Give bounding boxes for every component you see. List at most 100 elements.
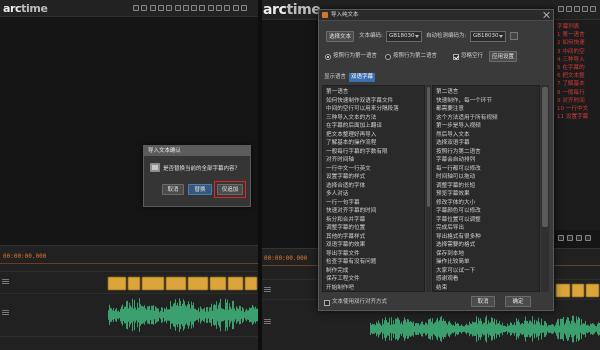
app-icon (322, 12, 328, 18)
subtitle-block[interactable] (107, 276, 127, 291)
dialog-title: 导入纯文本 (331, 12, 359, 18)
display-language-tag[interactable]: 双语字幕 (349, 73, 375, 82)
toolbar-tool-icon[interactable] (182, 5, 189, 11)
subtitle-track[interactable] (0, 276, 258, 291)
align-lines-checkbox[interactable] (324, 300, 330, 306)
second-language-line: 选择需要的格式 (436, 242, 476, 248)
subtitle-list-line: 4 三种导入 (557, 56, 585, 63)
second-language-line: 预览字幕效果 (436, 191, 470, 197)
first-language-line: 保存工程文件 (326, 276, 360, 282)
second-language-line: 第一步是导入视频 (436, 123, 481, 129)
apply-settings-button[interactable]: 应用设置 (489, 51, 517, 62)
subtitle-block[interactable] (227, 276, 244, 291)
timeline-ruler[interactable] (0, 263, 258, 264)
subtitle-block[interactable] (127, 276, 141, 291)
panel-tool-icon[interactable] (576, 235, 582, 241)
toolbar-tool-icon[interactable] (157, 5, 164, 11)
choose-text-file-button[interactable]: 选择文本 (326, 31, 354, 42)
toolbar-tool-icon[interactable] (216, 5, 222, 11)
toolbar-tool-icon[interactable] (133, 5, 139, 11)
first-language-line: 制作完成 (326, 267, 349, 274)
subtitle-block[interactable] (187, 276, 209, 291)
toolbar-tool-icon[interactable] (207, 5, 214, 11)
options-icon[interactable] (510, 32, 518, 40)
second-language-line: 都需要注意 (436, 106, 464, 112)
toolbar-tool-icon[interactable] (590, 6, 596, 12)
subtitle-block[interactable] (585, 283, 600, 298)
skip-blank-label: 忽略空行 (461, 53, 484, 59)
audio-waveform[interactable] (370, 315, 600, 343)
first-language-line: 一般每行字幕的字数有限 (326, 148, 388, 155)
toolbar-tool-icon[interactable] (232, 5, 239, 11)
audio-waveform-track[interactable] (262, 313, 600, 347)
replace-button[interactable]: 替换 (188, 184, 212, 195)
audio-waveform[interactable] (108, 298, 258, 332)
second-language-line: 选择双语字幕 (436, 140, 470, 146)
encoding-select[interactable]: GB18030 (386, 31, 422, 42)
toolbar-tool-icon[interactable] (149, 5, 156, 11)
subtitle-block[interactable] (244, 276, 258, 291)
right-list-scrollbar[interactable] (541, 85, 549, 292)
toolbar-tool-icon[interactable] (166, 5, 173, 11)
skip-blank-checkbox[interactable] (453, 54, 459, 60)
subtitle-block[interactable] (141, 276, 165, 291)
subtitle-block[interactable] (571, 283, 585, 298)
toolbar-tool-icon[interactable] (191, 5, 198, 11)
detected-encoding-value: GB18030 (473, 33, 499, 39)
second-language-radio[interactable] (385, 54, 391, 60)
close-icon[interactable] (544, 12, 550, 18)
subtitle-block[interactable] (209, 276, 227, 291)
panel-tool-icon[interactable] (567, 235, 573, 241)
timecode-display: 00:00:00.000 (264, 255, 308, 262)
subtitle-list-line: 6 把文本整 (557, 73, 585, 80)
toolbar-tool-icon[interactable] (224, 5, 231, 11)
toolbar-tool-icon[interactable] (141, 5, 148, 11)
toolbar-tool-icon[interactable] (574, 6, 580, 12)
toolbar-tool-icon[interactable] (558, 6, 564, 12)
ok-button[interactable]: 确定 (505, 296, 531, 307)
first-language-line: 选择合适的字体 (326, 182, 366, 189)
chevron-down-icon (499, 35, 503, 38)
subtitle-block[interactable] (555, 283, 571, 298)
encoding-value: GB18030 (389, 33, 415, 39)
first-language-line: 把文本整理好再导入 (326, 131, 377, 138)
left-list-scrollbar[interactable] (426, 85, 431, 292)
first-language-line: 调整字幕的位置 (326, 225, 366, 231)
second-language-line: 每一行都可以修改 (436, 165, 481, 172)
second-language-line: 调整字幕的长短 (436, 182, 476, 189)
second-language-list[interactable]: 第二语言 快速制作，每一个环节 都需要注意 这个方法适用于所有视频 第一步是导入视频 然后… (432, 85, 540, 292)
detected-encoding-select[interactable]: GB18030 (470, 31, 506, 42)
audio-waveform-track[interactable] (0, 295, 258, 335)
subtitle-list-line: 5 在字幕的 (557, 65, 585, 72)
toolbar-tool-icon[interactable] (199, 5, 206, 11)
subtitle-list-line: 10 一行中文 (557, 106, 589, 113)
scrollbar-thumb[interactable] (427, 87, 430, 207)
left-arctime-window: arctime 导入文本确认 是否替换当前的全部字幕内容？ 取消 替换 仅追加 … (0, 0, 258, 350)
first-language-line: 了解基本的操作流程 (326, 140, 377, 146)
cancel-button[interactable]: 取消 (471, 296, 495, 307)
track-separator (0, 271, 258, 272)
dialog-message: 是否替换当前的全部字幕内容？ (163, 166, 241, 172)
toolbar-tool-icon[interactable] (566, 6, 572, 12)
second-language-line: 完成后导出 (436, 225, 464, 231)
subtitle-list-line: 8 一般每行 (557, 89, 585, 96)
toolbar-tool-icon[interactable] (240, 5, 247, 11)
scrollbar-thumb[interactable] (542, 87, 548, 227)
cancel-button[interactable]: 取消 (162, 184, 184, 195)
subtitle-block[interactable] (165, 276, 187, 291)
second-language-line: 结束 (436, 284, 448, 291)
first-language-line: 一行中文一行英文 (326, 165, 371, 172)
first-language-list[interactable]: 第一语言 如何快速制作双语字幕文件 中间的空行可以用来分隔段落 三种导入文本的方法 在字… (322, 85, 425, 292)
second-language-line: 修改字体的大小 (436, 199, 476, 206)
first-language-line: 检查字幕有没有问题 (326, 259, 377, 265)
second-language-option-label: 按照行为第二语言 (393, 53, 438, 59)
panel-tool-icon[interactable] (585, 235, 591, 241)
video-preview-area[interactable] (0, 17, 258, 245)
subtitle-list-panel: 字幕列表 1 第一语言 2 如何快速 3 中间的空 4 三种导入 5 在字幕的 6 把文本整… (554, 20, 600, 230)
first-language-line: 其他的字幕样式 (326, 233, 366, 240)
toolbar-tool-icon[interactable] (174, 5, 181, 11)
panel-tool-icon[interactable] (558, 235, 564, 241)
first-language-radio[interactable] (325, 54, 331, 60)
second-language-line: 然后导入文本 (436, 131, 470, 138)
toolbar-tool-icon[interactable] (582, 6, 588, 12)
